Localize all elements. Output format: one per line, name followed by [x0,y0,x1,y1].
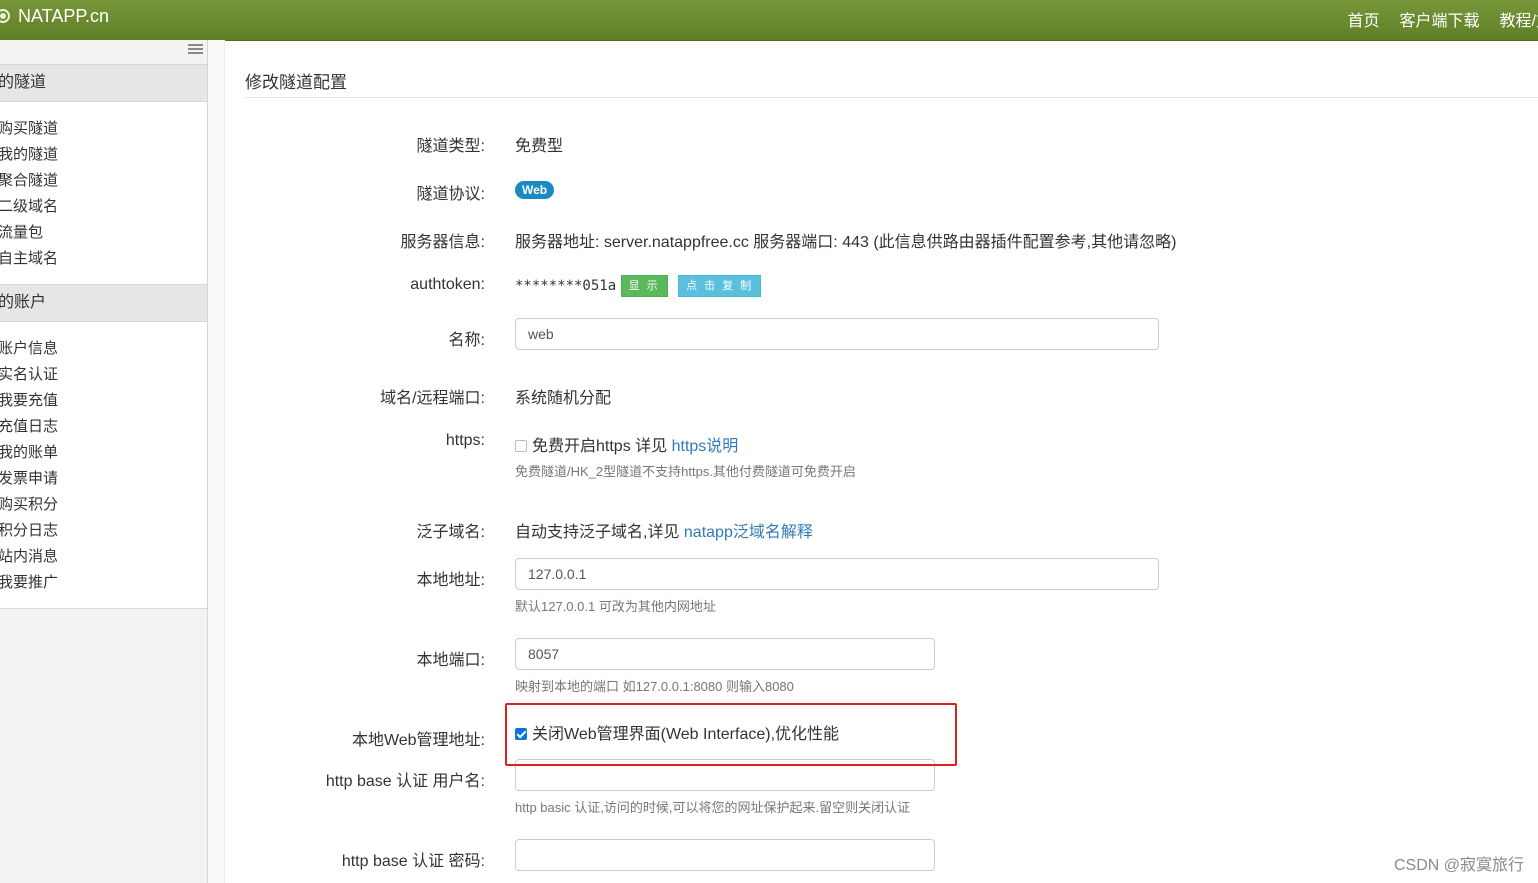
sidebar-item-subdomain[interactable]: 二级域名 [0,194,207,220]
basic-pass-input[interactable] [515,839,935,871]
nav-client-download[interactable]: 客户端下载 [1400,7,1480,31]
domain-port-value: 系统随机分配 [515,390,612,407]
sidebar-item-custom-domain[interactable]: 自主域名 [0,246,207,272]
label-name: 名称: [448,332,485,349]
label-basic-user: http base 认证 用户名: [325,773,485,790]
https-checkbox-text: 免费开启https 详见 [532,438,672,455]
top-navbar: NATAPP.cn 首页 客户端下载 教程/文 [0,0,1538,41]
sidebar: 的隧道 购买隧道 我的隧道 聚合隧道 二级域名 流量包 自主域名 的账户 账户信… [0,40,208,883]
logo-icon [0,9,10,23]
sidebar-group-tunnels-items: 购买隧道 我的隧道 聚合隧道 二级域名 流量包 自主域名 [0,102,207,284]
label-domain-port: 域名/远程端口: [380,390,485,407]
sidebar-item-recharge-log[interactable]: 充值日志 [0,414,207,440]
main-content: 修改隧道配置 隧道类型: 免费型 隧道协议: Web 服务器信息: 服务器地址:… [225,40,1538,883]
local-addr-input[interactable]: 127.0.0.1 [515,558,1159,590]
label-authtoken: authtoken: [410,276,485,293]
sidebar-group-account-items: 账户信息 实名认证 我要充值 充值日志 我的账单 发票申请 购买积分 积分日志 … [0,322,207,608]
tunnel-type-value: 免费型 [515,138,564,155]
sidebar-group-tunnels[interactable]: 的隧道 [0,64,207,102]
local-port-input[interactable]: 8057 [515,638,935,670]
sidebar-item-verification[interactable]: 实名认证 [0,362,207,388]
local-addr-help: 默认127.0.0.1 可改为其他内网地址 [515,599,716,614]
sidebar-item-messages[interactable]: 站内消息 [0,544,207,570]
watermark: CSDN @寂寞旅行 [1393,857,1524,874]
label-local-port: 本地端口: [416,652,485,669]
sidebar-item-account-info[interactable]: 账户信息 [0,336,207,362]
sidebar-item-buy-tunnel[interactable]: 购买隧道 [0,116,207,142]
authtoken-value: ********051a [515,278,617,295]
sidebar-item-points-log[interactable]: 积分日志 [0,518,207,544]
wildcard-doc-link[interactable]: natapp泛域名解释 [684,524,813,541]
label-server-info: 服务器信息: [400,234,485,251]
sidebar-toolbar [0,40,207,64]
https-checkbox[interactable] [515,440,527,452]
label-local-addr: 本地地址: [416,572,485,589]
label-web-admin: 本地Web管理地址: [351,732,485,749]
brand-name: NATAPP.cn [18,5,110,26]
https-help: 免费隧道/HK_2型隧道不支持https.其他付费隧道可免费开启 [515,464,856,479]
label-https: https: [445,432,485,449]
background-strip [208,40,225,883]
nav-home[interactable]: 首页 [1348,7,1380,31]
page-title: 修改隧道配置 [245,73,347,92]
sidebar-divider [0,608,207,609]
sidebar-item-recharge[interactable]: 我要充值 [0,388,207,414]
sidebar-item-invoice[interactable]: 发票申请 [0,466,207,492]
menu-icon[interactable] [188,44,203,54]
sidebar-item-bills[interactable]: 我的账单 [0,440,207,466]
sidebar-item-promote[interactable]: 我要推广 [0,570,207,596]
sidebar-group-account[interactable]: 的账户 [0,284,207,322]
top-nav: 首页 客户端下载 教程/文 [1328,7,1538,31]
sidebar-item-my-tunnels[interactable]: 我的隧道 [0,142,207,168]
label-tunnel-type: 隧道类型: [416,138,485,155]
copy-token-button[interactable]: 点 击 复 制 [678,275,762,297]
label-wildcard: 泛子域名: [416,524,485,541]
nav-tutorial[interactable]: 教程/文 [1500,7,1538,31]
wildcard-text: 自动支持泛子域名,详见 [515,524,684,541]
label-basic-pass: http base 认证 密码: [341,853,485,870]
sidebar-item-traffic[interactable]: 流量包 [0,220,207,246]
sidebar-item-aggregate-tunnel[interactable]: 聚合隧道 [0,168,207,194]
sidebar-item-buy-points[interactable]: 购买积分 [0,492,207,518]
brand[interactable]: NATAPP.cn [0,4,109,28]
label-protocol: 隧道协议: [416,186,485,203]
server-info-value: 服务器地址: server.natappfree.cc 服务器端口: 443 (… [515,234,1177,251]
highlight-box [505,703,957,766]
basic-user-help: http basic 认证,访问的时候,可以将您的网址保护起来.留空则关闭认证 [515,800,911,815]
https-doc-link[interactable]: https说明 [672,438,739,455]
title-divider [245,97,1538,98]
show-token-button[interactable]: 显 示 [620,275,668,297]
protocol-badge: Web [515,181,555,199]
local-port-help: 映射到本地的端口 如127.0.0.1:8080 则输入8080 [515,679,794,694]
name-input[interactable]: web [515,318,1159,350]
